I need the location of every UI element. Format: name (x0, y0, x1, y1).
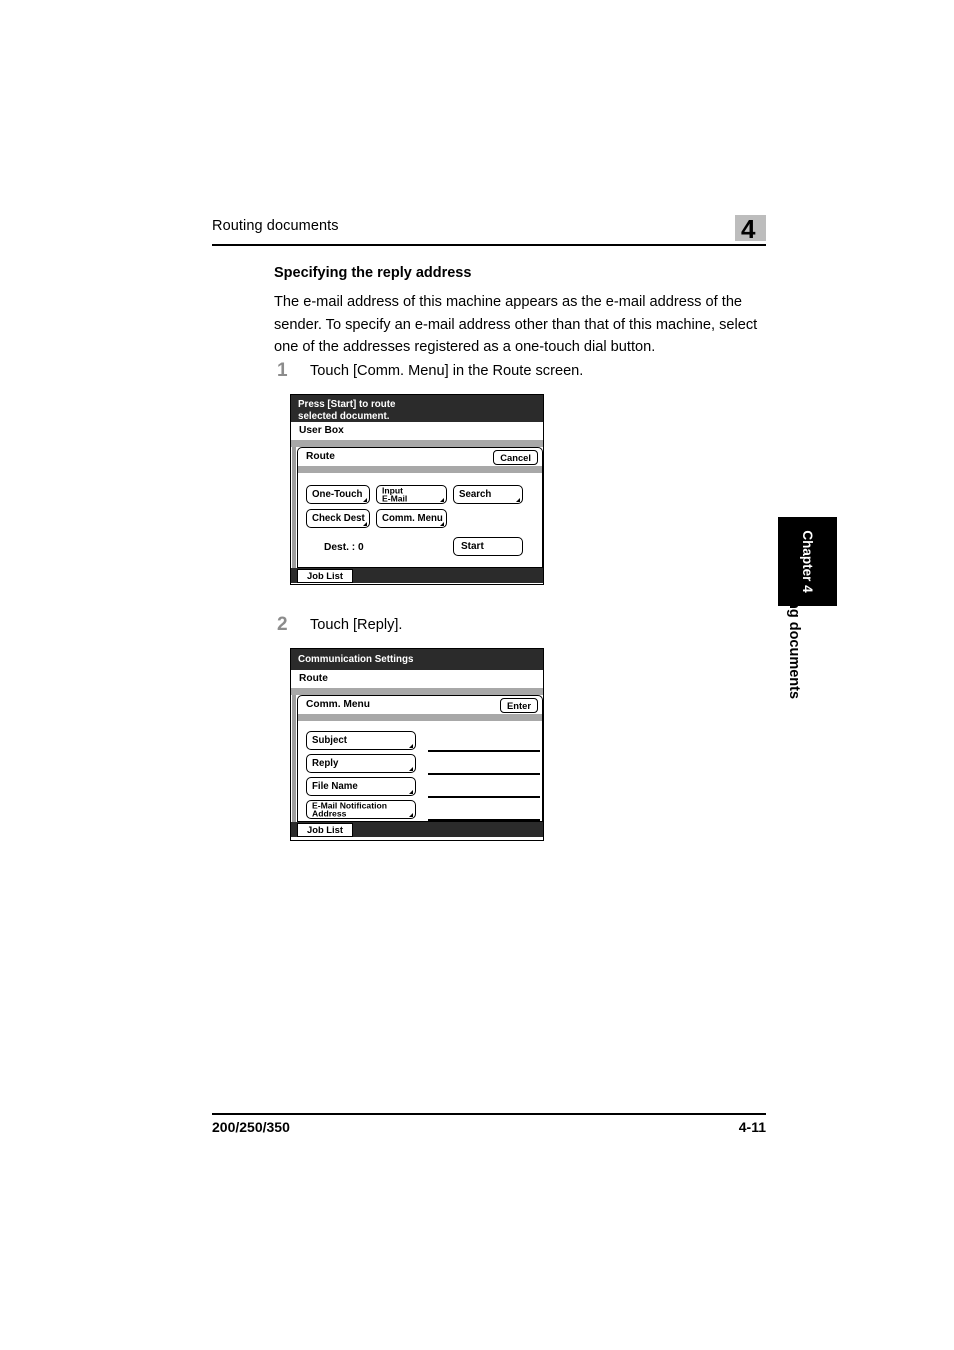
step-number-1: 1 (277, 360, 288, 381)
panel2-subbar-route: Route (291, 670, 543, 688)
start-button-label: Start (461, 541, 484, 552)
panel1-title: Press [Start] to route selected document… (291, 395, 543, 422)
panel1-subbar-user-box: User Box (291, 422, 543, 440)
lcd-panel-communication-settings: Communication Settings Route Comm. Menu … (290, 648, 544, 841)
cancel-button[interactable]: Cancel (493, 450, 538, 465)
lcd-panel-route-screen: Press [Start] to route selected document… (290, 394, 544, 585)
comm-menu-button[interactable]: Comm. Menu (376, 509, 447, 528)
search-button[interactable]: Search (453, 485, 523, 504)
check-dest-button-label: Check Dest (312, 512, 365, 524)
step-text-1: Touch [Comm. Menu] in the Route screen. (310, 363, 584, 379)
comm-menu-button-label: Comm. Menu (382, 512, 443, 524)
button-corner-marker-icon (409, 744, 413, 748)
panel2-gray-band (291, 688, 543, 695)
side-running-title: Routing documents (786, 562, 802, 700)
subject-value-line (428, 750, 540, 752)
step-number-2: 2 (277, 614, 288, 635)
check-dest-button[interactable]: Check Dest (306, 509, 370, 528)
section-heading: Specifying the reply address (274, 265, 472, 281)
chapter-number: 4 (741, 214, 756, 244)
footer-rule (212, 1113, 766, 1115)
file-name-button[interactable]: File Name (306, 777, 416, 796)
email-notification-value-line (428, 819, 540, 821)
destination-count-label: Dest. : 0 (324, 542, 364, 553)
reply-button[interactable]: Reply (306, 754, 416, 773)
footer-page-number: 4-11 (738, 1119, 766, 1135)
reply-value-line (428, 773, 540, 775)
panel2-title: Communication Settings (291, 649, 543, 670)
footer-model: 200/250/350 (212, 1119, 290, 1135)
enter-button[interactable]: Enter (500, 698, 538, 713)
panel1-tab-underbar (297, 466, 543, 473)
panel1-tab-wrapper: Route Cancel One-Touch Input E-Mail Sear… (291, 447, 543, 568)
panel1-title-line1: Press [Start] to route (298, 399, 396, 410)
reply-button-label: Reply (312, 757, 339, 769)
button-corner-marker-icon (516, 498, 520, 502)
intro-paragraph: The e-mail address of this machine appea… (274, 294, 758, 355)
panel2-tab-header: Comm. Menu Enter (297, 695, 543, 714)
input-email-label-line2: E-Mail (382, 493, 408, 504)
running-header-title: Routing documents (212, 218, 339, 234)
button-corner-marker-icon (409, 767, 413, 771)
button-corner-marker-icon (363, 522, 367, 526)
panel2-tab-underbar (297, 714, 543, 721)
button-corner-marker-icon (363, 498, 367, 502)
one-touch-button-label: One-Touch (312, 488, 363, 500)
input-email-button-label: Input E-Mail (382, 486, 407, 503)
email-notification-label-line2: Address (312, 808, 347, 819)
panel2-tab-label-comm-menu: Comm. Menu (306, 699, 370, 710)
file-name-button-label: File Name (312, 780, 358, 792)
button-corner-marker-icon (409, 790, 413, 794)
panel2-tab-body: Subject Reply File Name E-Mail Notificat… (297, 721, 543, 822)
button-corner-marker-icon (409, 813, 413, 817)
file-name-value-line (428, 796, 540, 798)
one-touch-button[interactable]: One-Touch (306, 485, 370, 504)
button-corner-marker-icon (440, 522, 444, 526)
job-list-button[interactable]: Job List (297, 823, 353, 837)
panel1-tab-label-route: Route (306, 451, 335, 462)
search-button-label: Search (459, 488, 492, 500)
panel2-footer: Job List (291, 822, 543, 837)
header-rule (212, 244, 766, 246)
subject-button-label: Subject (312, 734, 347, 746)
email-notification-address-button[interactable]: E-Mail Notification Address (306, 800, 416, 819)
email-notification-address-button-label: E-Mail Notification Address (312, 801, 387, 818)
running-header: Routing documents (212, 218, 766, 248)
job-list-button[interactable]: Job List (297, 569, 353, 583)
panel1-title-line2: selected document. (298, 410, 390, 422)
step-text-2: Touch [Reply]. (310, 617, 403, 633)
start-button[interactable]: Start (453, 537, 523, 556)
panel2-tab-wrapper: Comm. Menu Enter Subject Reply File Name (291, 695, 543, 822)
subject-button[interactable]: Subject (306, 731, 416, 750)
panel1-tab-header: Route Cancel (297, 447, 543, 466)
button-corner-marker-icon (440, 498, 444, 502)
panel1-tab-body: One-Touch Input E-Mail Search Check Dest… (297, 473, 543, 568)
panel1-footer: Job List (291, 568, 543, 583)
input-email-button[interactable]: Input E-Mail (376, 485, 447, 504)
panel1-gray-band (291, 440, 543, 447)
